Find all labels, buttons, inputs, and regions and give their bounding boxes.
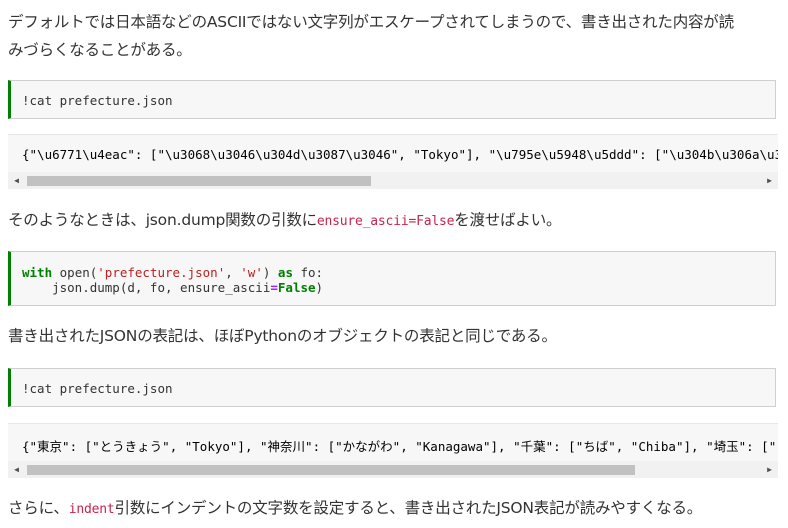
code-token: json.dump(d, fo, ensure_ascii [22, 280, 271, 295]
code-text: !cat prefecture.json [22, 381, 173, 396]
output-area-1: {"\u6771\u4eac": ["\u3068\u3046\u304d\u3… [8, 134, 778, 190]
code-cell-json-dump[interactable]: with open('prefecture.json', 'w') as fo:… [8, 251, 776, 306]
code-cell-cat-1[interactable]: !cat prefecture.json [8, 80, 776, 119]
paragraph-text: そのようなときは、json.dump関数の引数に [8, 211, 317, 229]
code-cell-cat-2[interactable]: !cat prefecture.json [8, 368, 776, 407]
paragraph-line: デフォルトでは日本語などのASCIIではない文字列がエスケープされてしまうので、… [8, 13, 734, 31]
paragraph-indent: さらに、indent引数にインデントの文字数を設定すると、書き出されたJSON表… [8, 494, 702, 524]
keyword-as: as [277, 265, 293, 280]
scrollbar-thumb[interactable] [27, 465, 635, 475]
paragraph-ensure-ascii: そのようなときは、json.dump関数の引数にensure_ascii=Fal… [8, 206, 562, 236]
scroll-left-arrow-icon[interactable]: ◀ [8, 461, 25, 478]
paragraph-line: みづらくなることがある。 [8, 41, 192, 59]
operator-token: = [270, 280, 278, 295]
code-text: !cat prefecture.json [22, 93, 173, 108]
code-token: , [225, 265, 241, 280]
code-token: fo: [292, 265, 324, 280]
output-text: {"\u6771\u4eac": ["\u3068\u3046\u304d\u3… [8, 134, 778, 172]
string-token: 'prefecture.json' [97, 265, 226, 280]
scroll-right-arrow-icon[interactable]: ▶ [761, 172, 778, 189]
paragraph-escaped-note: デフォルトでは日本語などのASCIIではない文字列がエスケープされてしまうので、… [8, 8, 734, 64]
code-line-2: json.dump(d, fo, ensure_ascii=False) [22, 280, 775, 295]
output-text: {"東京": ["とうきょう", "Tokyo"], "神奈川": ["かながわ… [8, 423, 778, 461]
code-token: open( [59, 265, 98, 280]
paragraph-text: を渡せばよい。 [454, 211, 562, 229]
scroll-right-arrow-icon[interactable]: ▶ [761, 461, 778, 478]
scroll-left-arrow-icon[interactable]: ◀ [8, 172, 25, 189]
paragraph-text: 引数にインデントの文字数を設定すると、書き出されたJSON表記が読みやすくなる。 [114, 499, 703, 517]
scrollbar-thumb[interactable] [27, 176, 371, 186]
inline-code: indent [68, 502, 115, 517]
code-line-1: with open('prefecture.json', 'w') as fo: [22, 265, 775, 280]
code-token: ) [262, 265, 278, 280]
paragraph-text: さらに、 [8, 499, 69, 517]
inline-code: ensure_ascii=False [316, 214, 455, 229]
keyword-with: with [22, 265, 53, 280]
paragraph-json-notation: 書き出されたJSONの表記は、ほぼPythonのオブジェクトの表記と同じである。 [8, 327, 557, 345]
code-token: ) [315, 280, 324, 295]
horizontal-scrollbar[interactable]: ◀ ▶ [8, 172, 778, 189]
keyword-false: False [277, 280, 316, 295]
string-token: 'w' [240, 265, 263, 280]
horizontal-scrollbar[interactable]: ◀ ▶ [8, 461, 778, 478]
output-area-2: {"東京": ["とうきょう", "Tokyo"], "神奈川": ["かながわ… [8, 423, 778, 479]
